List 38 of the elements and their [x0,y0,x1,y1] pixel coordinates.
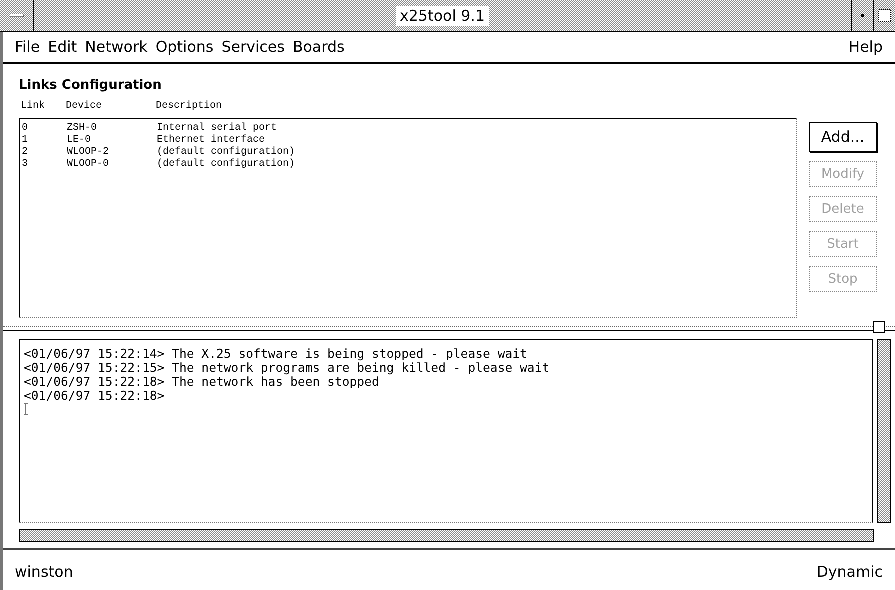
log-line: <01/06/97 15:22:18> [24,389,166,403]
description-cell[interactable]: Internal serial port [157,123,557,135]
menu-item[interactable]: Options [152,38,218,56]
link-cell[interactable]: 2 [22,147,67,159]
log-line: <01/06/97 15:22:15> The network programs are being killed - please wait [24,361,551,375]
section-title: Links Configuration [19,78,163,93]
sash-handle[interactable] [873,321,885,333]
menu-bar-icon [10,14,24,18]
menu-item[interactable]: File [11,38,44,56]
column-header: Device [66,101,104,112]
horizontal-scrollbar[interactable] [19,529,874,542]
device-cell[interactable]: WLOOP-0 [67,159,157,171]
device-cell[interactable]: WLOOP-2 [67,147,157,159]
column-header: Link [21,101,46,112]
text-cursor-icon [24,403,29,415]
description-cell[interactable]: Ethernet interface [157,135,557,147]
column-header: Description [156,101,224,112]
log-area[interactable] [19,339,873,523]
device-cell[interactable]: LE-0 [67,135,157,147]
device-cell[interactable]: ZSH-0 [67,123,157,135]
menu-item[interactable]: Edit [44,38,82,56]
menu-item[interactable]: Network [81,38,152,56]
menu-item[interactable]: Services [218,38,289,56]
description-cell[interactable]: (default configuration) [157,147,557,159]
link-cell[interactable]: 0 [22,123,67,135]
link-cell[interactable]: 3 [22,159,67,171]
action-button[interactable]: Add... [809,122,877,152]
log-line: <01/06/97 15:22:18> The network has been stopped [24,375,380,389]
log-line: <01/06/97 15:22:14> The X.25 software is being stopped - please wait [24,347,528,361]
vertical-scrollbar[interactable] [877,339,891,523]
square-icon [878,8,892,22]
host-name: winston [15,563,74,581]
window-title: x25tool 9.1 [396,6,489,26]
help-menu[interactable]: Help [844,38,887,56]
mode-label: Dynamic [816,563,883,581]
menu-item[interactable]: Boards [288,38,349,56]
description-cell[interactable]: (default configuration) [157,159,557,171]
link-cell[interactable]: 1 [22,135,67,147]
